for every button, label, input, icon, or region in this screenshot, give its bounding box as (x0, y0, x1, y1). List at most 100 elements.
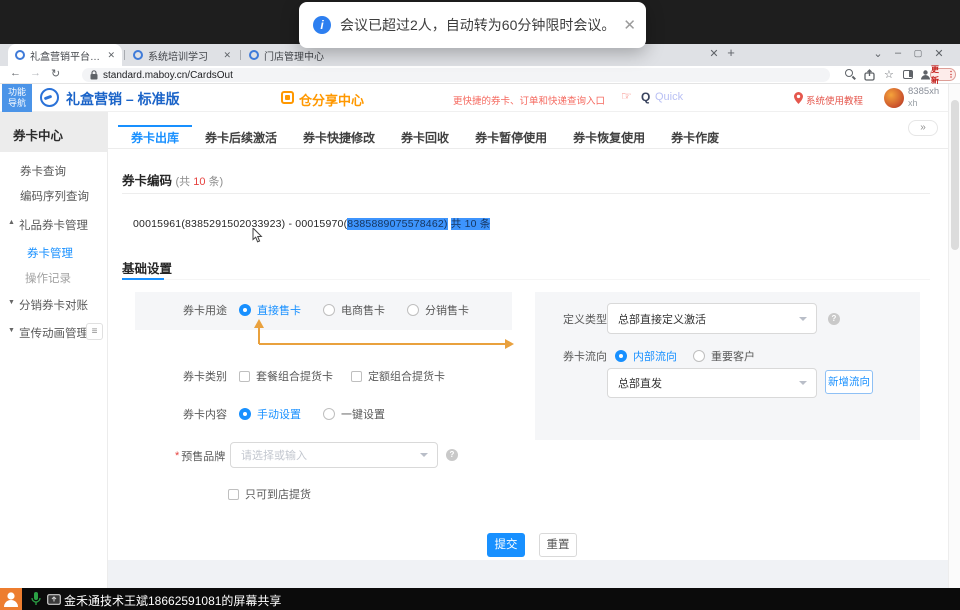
sharer-avatar (0, 588, 22, 610)
chevron-down-icon (799, 381, 807, 385)
forward-icon[interactable]: → (30, 67, 41, 79)
option-store-pickup-only[interactable]: 只可到店提货 (245, 486, 311, 502)
collapse-panel-button[interactable]: » (908, 120, 938, 136)
radio-internal-flow-selected[interactable] (615, 350, 627, 362)
browser-tab-2[interactable]: 系统培训学习 ✕ (126, 44, 238, 66)
function-nav-toggle[interactable]: 功能 导航 (2, 84, 32, 112)
option-one-click-setup[interactable]: 一键设置 (341, 406, 385, 422)
tutorial-link[interactable]: 系统使用教程 (806, 93, 863, 107)
sidebar-item-card-query[interactable]: 券卡查询 (20, 163, 66, 179)
address-bar[interactable]: standard.maboy.cn/CardsOut (82, 68, 830, 82)
mouse-cursor (252, 228, 263, 243)
back-icon[interactable]: ← (10, 67, 21, 79)
bookmark-star-icon[interactable]: ☆ (884, 68, 894, 81)
expand-up-icon[interactable]: ▲ (8, 219, 15, 226)
toast-close-icon[interactable]: ✕ (623, 16, 636, 34)
code-count-selected: 共 10 条 (451, 218, 491, 230)
help-icon[interactable]: ? (828, 313, 840, 325)
minimize-icon[interactable]: – (889, 47, 907, 59)
sidebar-item-distribution-reconciliation[interactable]: 分销券卡对账 (19, 297, 88, 313)
pointer-hand-icon: ☞ (621, 89, 632, 103)
sidebar: 券卡中心 券卡查询 编码序列查询 ▲ 礼品券卡管理 券卡管理 操作记录 ▼ 分销… (0, 112, 108, 588)
tab-card-quick-edit[interactable]: 券卡快捷修改 (290, 125, 388, 149)
expand-down-icon[interactable]: ▼ (8, 299, 15, 306)
scrollbar-thumb[interactable] (951, 100, 959, 250)
screen-share-text: 金禾通技术王斌18662591081的屏幕共享 (64, 592, 281, 609)
define-type-label: 定义类型 (563, 311, 607, 327)
sidebar-item-gift-card-management[interactable]: 礼品券卡管理 (19, 217, 88, 233)
codes-count: 10 (193, 176, 205, 188)
option-fixed-combo-card[interactable]: 定额组合提货卡 (368, 368, 445, 384)
codes-title-text: 券卡编码 (122, 174, 172, 188)
share-icon[interactable] (864, 69, 875, 81)
expand-down-icon[interactable]: ▼ (8, 327, 15, 334)
screen: 礼盒营销平台管理中心 ✕ 系统培训学习 ✕ 门店管理中心 ✕ + ⌄ – ▢ ✕… (0, 0, 960, 610)
option-important-customer[interactable]: 重要客户 (711, 348, 755, 364)
radio-manual-setup-selected[interactable] (239, 408, 251, 420)
zoom-icon[interactable] (845, 69, 853, 77)
radio-important-customer[interactable] (693, 350, 705, 362)
section-divider (122, 279, 930, 280)
sidebar-item-code-sequence-query[interactable]: 编码序列查询 (20, 188, 89, 204)
tab-card-recycle[interactable]: 券卡回收 (388, 125, 462, 149)
tab-card-later-activation[interactable]: 券卡后续激活 (192, 125, 290, 149)
browser-tab-1[interactable]: 礼盒营销平台管理中心 ✕ (8, 44, 122, 66)
sidebar-drawer-handle[interactable]: ≡ (86, 323, 103, 340)
sidebar-item-operation-log[interactable]: 操作记录 (25, 270, 71, 286)
checkbox-fixed-combo-card[interactable] (351, 371, 362, 382)
define-type-select[interactable]: 总部直接定义激活 (607, 303, 817, 334)
tab-card-suspend[interactable]: 券卡暂停使用 (462, 125, 560, 149)
browser-update-button[interactable]: 更新 ⋮ (930, 68, 956, 81)
new-tab-button[interactable]: + (722, 45, 740, 60)
scrollbar-track[interactable] (948, 84, 960, 588)
tab-card-void[interactable]: 券卡作废 (658, 125, 732, 149)
tab-favicon-icon (133, 50, 143, 60)
presale-brand-select[interactable]: 请选择或输入 (230, 442, 438, 468)
window-close-icon[interactable]: ✕ (930, 47, 948, 60)
tab-close-icon[interactable]: ✕ (223, 50, 231, 61)
window-menu-icon[interactable]: ⌄ (869, 47, 887, 60)
card-usage-label: 券卡用途 (183, 302, 227, 318)
presale-brand-label: 预售品牌 (181, 448, 225, 464)
quick-entry-tip: 更快捷的券卡、订单和快递查询入口 (453, 93, 605, 107)
person-icon (0, 588, 22, 610)
chevron-down-icon (799, 317, 807, 321)
user-avatar[interactable] (884, 88, 904, 108)
radio-one-click-setup[interactable] (323, 408, 335, 420)
maximize-icon[interactable]: ▢ (909, 48, 927, 59)
help-icon[interactable]: ? (446, 449, 458, 461)
define-type-value: 总部直接定义激活 (618, 311, 706, 327)
tab-card-outbound[interactable]: 券卡出库 (118, 125, 192, 149)
user-id: 8385xh (908, 86, 939, 97)
quick-search-icon[interactable]: Q (641, 90, 650, 104)
tab-divider (124, 50, 125, 60)
tab-card-resume[interactable]: 券卡恢复使用 (560, 125, 658, 149)
menu-dots-icon[interactable]: ⋮ (947, 70, 955, 79)
reset-button[interactable]: 重置 (539, 533, 577, 557)
sidebar-item-card-management-active[interactable]: 券卡管理 (27, 245, 73, 261)
tab-close-icon[interactable]: ✕ (705, 47, 723, 60)
tab-label: 系统培训学习 (148, 48, 218, 63)
option-manual-setup[interactable]: 手动设置 (257, 406, 301, 422)
reload-icon[interactable]: ↻ (51, 67, 60, 80)
option-internal-flow[interactable]: 内部流向 (633, 348, 677, 364)
codes-count-suffix: 条) (205, 176, 223, 188)
checkbox-store-pickup-only[interactable] (228, 489, 239, 500)
submit-button[interactable]: 提交 (487, 533, 525, 557)
meeting-toast: i 会议已超过2人，自动转为60分钟限时会议。 ✕ (299, 2, 646, 48)
flow-select[interactable]: 总部直发 (607, 368, 817, 398)
add-flow-button[interactable]: 新增流向 (825, 370, 873, 394)
required-asterisk: * (175, 450, 179, 462)
app-logo-icon (40, 88, 59, 107)
sidebar-item-promo-animation[interactable]: 宣传动画管理 (19, 325, 88, 341)
share-center-link[interactable]: 仓分享中心 (299, 90, 364, 109)
browser-url-bar: ← → ↻ standard.maboy.cn/CardsOut ☆ 更新 ⋮ (0, 66, 960, 84)
option-package-combo-card[interactable]: 套餐组合提货卡 (256, 368, 333, 384)
checkbox-package-combo-card[interactable] (239, 371, 250, 382)
tab-divider (240, 50, 241, 60)
quick-link[interactable]: Quick (655, 91, 683, 103)
sidebar-title-row: 券卡中心 (0, 112, 108, 152)
microphone-icon[interactable] (31, 592, 41, 606)
side-panel-icon[interactable] (903, 70, 913, 79)
tab-close-icon[interactable]: ✕ (107, 50, 115, 61)
